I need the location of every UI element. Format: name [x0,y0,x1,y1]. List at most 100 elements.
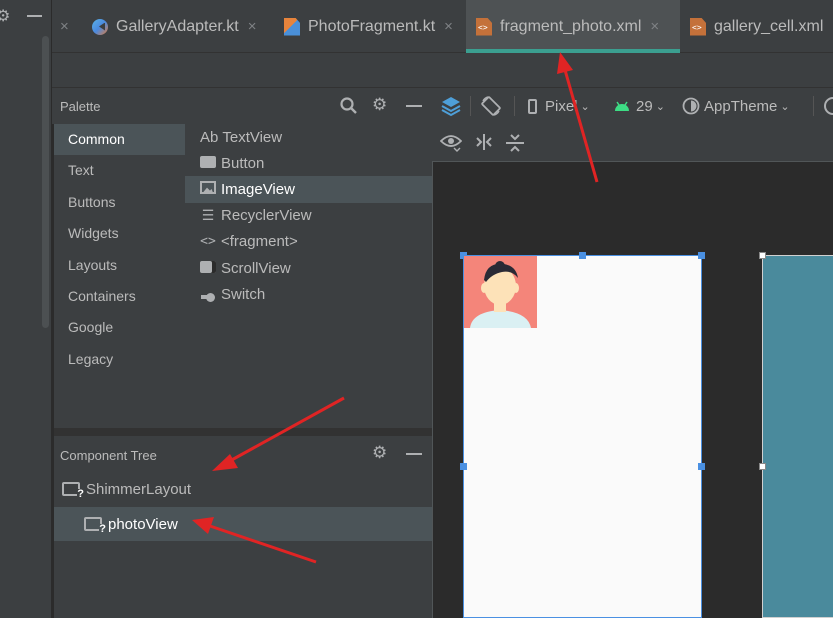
palette-header: Palette ⚙ [52,88,432,124]
layout-xml-icon [690,17,706,36]
component-tree: ShimmerLayout photoView [54,472,432,618]
tab-fragment-photo[interactable]: fragment_photo.xml × [466,0,680,53]
phone-icon [528,98,537,114]
design-toolbar: Pixel ⌄ 29 ⌄ AppTheme ⌄ [432,88,833,124]
android-studio-window: ⚙ × GalleryAdapter.kt × PhotoFragment.kt… [0,0,833,618]
recyclerview-icon: ☰ [201,207,215,224]
tab-label: GalleryAdapter.kt [116,17,239,35]
palette-item-label: Switch [221,285,266,303]
palette-categories: Common Text Buttons Widgets Layouts Cont… [54,124,185,428]
component-tree-title: Component Tree [60,448,157,463]
button-icon [199,155,217,171]
minimize-icon[interactable] [406,453,422,455]
palette-category-buttons[interactable]: Buttons [54,187,185,218]
tab-label: gallery_cell.xml [714,17,824,35]
android-icon [615,101,629,111]
locale-globe-icon[interactable] [824,97,833,115]
resize-handle[interactable] [759,463,766,470]
tab-photo-fragment[interactable]: PhotoFragment.kt × [284,0,466,53]
fragment-icon: <> [200,234,216,250]
gear-icon[interactable]: ⚙ [372,443,387,463]
palette-category-text[interactable]: Text [54,155,185,186]
avatar-placeholder-image [464,256,537,328]
theme-selector[interactable]: AppTheme ⌄ [682,88,790,124]
close-icon[interactable]: × [444,18,453,35]
resize-handle[interactable] [698,463,705,470]
palette-item-button[interactable]: Button [185,150,432,176]
kotlin-file-icon [92,18,108,35]
resize-handle[interactable] [698,252,705,259]
design-toolbar-secondary [432,124,833,161]
palette-item-label: <fragment> [221,233,298,251]
resize-handle[interactable] [460,463,467,470]
tree-node-photoview[interactable]: photoView [54,507,432,541]
blueprint-surface[interactable] [762,255,833,618]
tab-gallery-adapter[interactable]: GalleryAdapter.kt × [90,0,272,53]
tab-gallery-cell[interactable]: gallery_cell.xml [690,0,833,53]
chevron-down-icon: ⌄ [780,100,790,113]
layers-icon[interactable] [440,95,462,117]
theme-icon [682,97,700,115]
chevron-down-icon: ⌄ [580,100,590,113]
palette-item-label: ImageView [221,180,295,198]
device-selector[interactable]: Pixel ⌄ [528,88,590,124]
editor-sub-bar [52,53,833,88]
gear-icon[interactable]: ⚙ [372,95,387,115]
tab-label: PhotoFragment.kt [308,17,436,35]
left-tool-stripe: ⚙ [0,0,52,618]
component-tree-header: Component Tree ⚙ [54,436,432,472]
palette-item-label: Button [221,154,265,172]
close-icon[interactable]: × [58,0,72,53]
palette-item-imageview[interactable]: ImageView [185,176,432,203]
palette-item-label: ScrollView [221,259,291,277]
scrollbar[interactable] [42,36,49,328]
palette-item-textview[interactable]: Ab TextView [185,124,432,150]
palette-item-label: RecyclerView [221,207,312,225]
switch-icon [199,286,217,302]
unknown-view-icon [62,482,84,500]
theme-label: AppTheme [704,97,778,115]
photo-view-preview[interactable] [464,256,537,328]
palette-category-common[interactable]: Common [54,124,185,156]
imageview-icon [199,181,217,197]
resize-handle[interactable] [759,252,766,259]
palette-title: Palette [60,99,101,114]
textview-icon: Ab [200,128,219,146]
search-icon[interactable] [340,97,358,115]
tree-node-label: ShimmerLayout [86,480,192,498]
palette-item-recyclerview[interactable]: ☰ RecyclerView [185,203,432,229]
panel-divider[interactable] [54,428,432,436]
scrollview-icon [199,260,217,276]
rotate-orientation-icon[interactable] [480,95,502,117]
chevron-down-icon: ⌄ [655,100,665,113]
expand-horizontal-icon[interactable] [473,133,495,151]
palette-category-containers[interactable]: Containers [54,281,185,312]
palette-category-legacy[interactable]: Legacy [54,344,185,375]
gear-icon[interactable]: ⚙ [0,6,10,25]
tree-node-label: photoView [108,515,178,533]
minimize-icon[interactable] [27,15,42,17]
device-label: Pixel [545,97,578,115]
palette-category-google[interactable]: Google [54,312,185,343]
close-icon[interactable]: × [650,18,659,35]
close-icon[interactable]: × [248,18,257,35]
unknown-view-icon [84,517,106,535]
eye-icon[interactable] [440,133,462,153]
palette-category-widgets[interactable]: Widgets [54,218,185,249]
expand-vertical-icon[interactable] [505,133,525,153]
tree-node-shimmerlayout[interactable]: ShimmerLayout [54,472,432,506]
resize-handle[interactable] [579,252,586,259]
kotlin-class-icon [284,17,300,36]
palette-items: Ab TextView Button ImageView ☰ RecyclerV… [185,124,432,428]
editor-tab-bar: × GalleryAdapter.kt × PhotoFragment.kt ×… [52,0,833,53]
layout-xml-icon [476,17,492,36]
api-level-label: 29 [636,97,653,115]
palette-item-label: TextView [222,128,283,146]
palette-category-layouts[interactable]: Layouts [54,250,185,281]
palette-item-switch[interactable]: Switch [185,281,432,307]
tab-label: fragment_photo.xml [500,17,642,35]
palette-item-scrollview[interactable]: ScrollView [185,255,432,281]
api-level-selector[interactable]: 29 ⌄ [614,88,665,124]
minimize-icon[interactable] [406,105,422,107]
palette-item-fragment[interactable]: <> <fragment> [185,229,432,255]
